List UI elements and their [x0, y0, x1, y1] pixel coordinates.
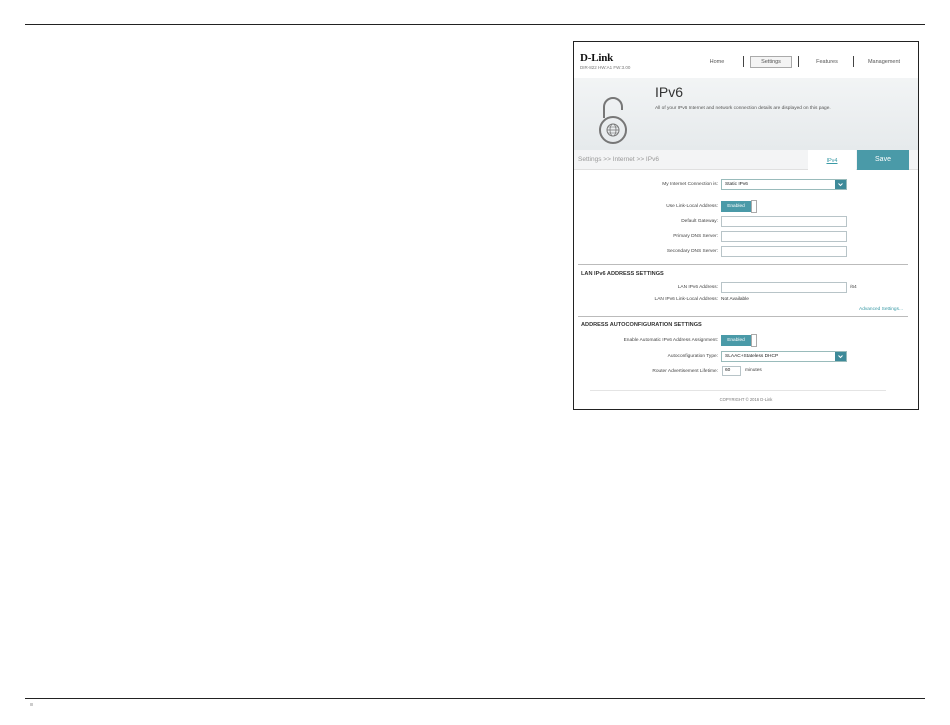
toggle-state: Enabled [721, 335, 751, 346]
page-banner: IPv6 All of your IPv6 Internet and netwo… [574, 78, 918, 150]
page-description: All of your IPv6 Internet and network co… [655, 106, 831, 111]
page-mark [30, 703, 33, 706]
footer-divider [590, 390, 886, 391]
router-ui-screenshot: D-Link DIR-822 HW:A1 FW:3.00 Home Settin… [573, 41, 919, 410]
toggle-knob [751, 334, 757, 347]
chevron-down-icon [835, 352, 846, 361]
default-gateway-input[interactable] [721, 216, 847, 227]
auto-assign-toggle[interactable]: Enabled [721, 334, 757, 347]
toggle-state: Enabled [721, 201, 751, 212]
nav-features[interactable]: Features [808, 56, 846, 68]
nav-home[interactable]: Home [700, 56, 734, 68]
page-title: IPv6 [655, 84, 684, 100]
secondary-dns-input[interactable] [721, 246, 847, 257]
secondary-dns-label: Secondary DNS Server: [666, 249, 718, 254]
lan-link-local-value: Not Available [721, 297, 749, 302]
auto-assign-label: Enable Automatic IPv6 Address Assignment… [623, 338, 718, 343]
prefix-suffix: /64 [850, 285, 857, 290]
primary-dns-label: Primary DNS Server: [673, 234, 718, 239]
breadcrumb: Settings >> Internet >> IPv6 [578, 156, 659, 163]
nav-settings[interactable]: Settings [750, 56, 792, 68]
link-local-label: Use Link-Local Address: [666, 204, 718, 209]
advanced-settings-link[interactable]: Advanced Settings... [859, 307, 903, 312]
section-divider [578, 316, 908, 317]
lan-ipv6-address-input[interactable] [721, 282, 847, 293]
unlocked-globe-icon [599, 97, 627, 144]
page-top-rule [25, 24, 925, 25]
chevron-down-icon [835, 180, 846, 189]
lan-link-local-label: LAN IPv6 Link-Local Address: [654, 297, 718, 302]
link-local-toggle[interactable]: Enabled [721, 200, 757, 213]
copyright-footer: COPYRIGHT © 2016 D-Link [719, 397, 773, 402]
lan-ipv6-address-label: LAN IPv6 Address: [677, 285, 718, 290]
section-divider [578, 264, 908, 265]
ipv4-link[interactable]: IPv4 [808, 150, 856, 170]
top-header: D-Link DIR-822 HW:A1 FW:3.00 Home Settin… [574, 42, 918, 78]
nav-separator [798, 56, 799, 67]
primary-dns-input[interactable] [721, 231, 847, 242]
lifetime-input[interactable]: 60 [722, 366, 741, 376]
breadcrumb-bar: Settings >> Internet >> IPv6 IPv4 Save [574, 150, 918, 170]
lifetime-unit: minutes [745, 368, 762, 373]
connection-type-select[interactable]: Static IPv6 [721, 179, 847, 190]
nav-separator [853, 56, 854, 67]
dlink-logo: D-Link [580, 52, 614, 64]
nav-management[interactable]: Management [860, 56, 908, 68]
lan-section-title: LAN IPv6 ADDRESS SETTINGS [581, 271, 664, 277]
nav-separator [743, 56, 744, 67]
default-gateway-label: Default Gateway: [681, 219, 718, 224]
autoconfig-type-select[interactable]: SLAAC+Stateless DHCP [721, 351, 847, 362]
autoconfig-type-label: Autoconfiguration Type: [667, 354, 718, 359]
autoconfig-type-value: SLAAC+Stateless DHCP [725, 354, 779, 359]
connection-type-value: Static IPv6 [725, 182, 748, 187]
save-button[interactable]: Save [857, 150, 909, 170]
connection-label: My Internet Connection is: [662, 182, 718, 187]
model-info: DIR-822 HW:A1 FW:3.00 [580, 65, 631, 70]
toggle-knob [751, 200, 757, 213]
lifetime-label: Router Advertisement Lifetime: [652, 369, 718, 374]
page-bottom-rule [25, 698, 925, 699]
autoconfig-section-title: ADDRESS AUTOCONFIGURATION SETTINGS [581, 322, 702, 328]
